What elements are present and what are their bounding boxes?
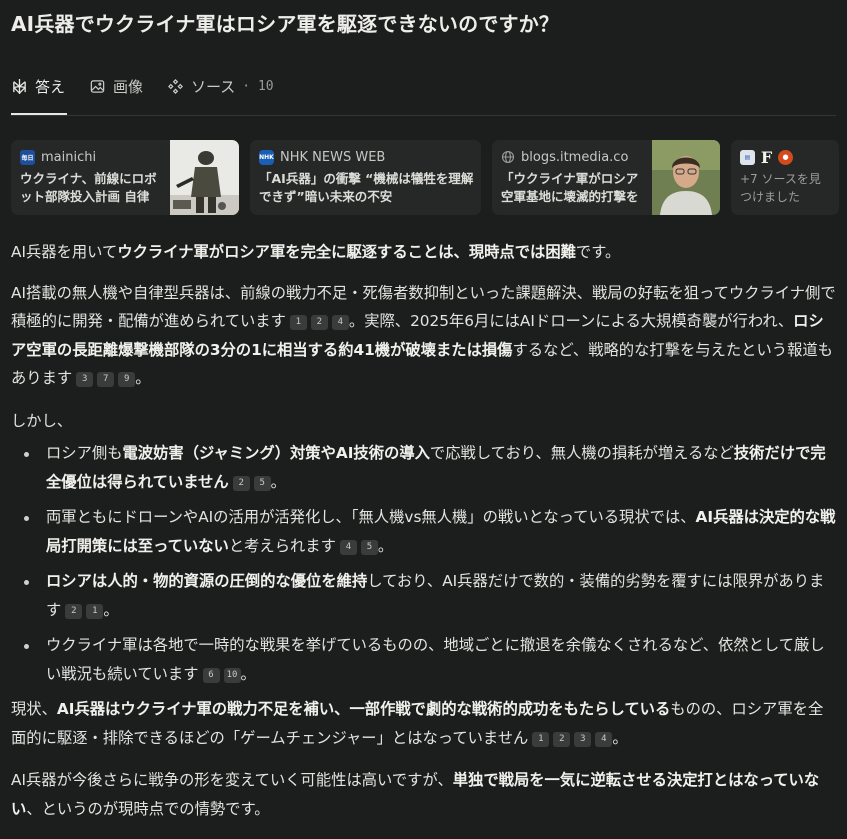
emphasis-text: AI兵器はウクライナ軍の戦力不足を補い、一部作戦で劇的な戦術的成功をもたらしてい… xyxy=(56,700,671,718)
sources-count: · 10 xyxy=(242,78,274,94)
text-run: ウクライナ軍は各地で一時的な戦果を挙げているものの、地域ごとに撤退を余儀なくされ… xyxy=(46,636,825,683)
citation-badge[interactable]: 10 xyxy=(223,667,241,683)
citation-badge[interactable]: 4 xyxy=(339,539,357,555)
more-sources-label: +7 ソースを見つけました xyxy=(740,172,821,204)
tab-sources[interactable]: ソース · 10 xyxy=(167,74,274,98)
sources-icon xyxy=(168,78,184,94)
emphasis-text: 電波妨害（ジャミング）対策やAI技術の導入 xyxy=(122,444,430,462)
citation-badge[interactable]: 5 xyxy=(253,475,271,491)
tab-images-label: 画像 xyxy=(113,77,144,96)
citation-badge[interactable]: 4 xyxy=(331,315,349,330)
author-portrait-thumbnail xyxy=(652,140,720,215)
citation-badge[interactable]: 4 xyxy=(595,731,613,747)
text-run: 。 xyxy=(103,600,119,619)
source-title: 「AI兵器」の衝撃 “機械は犠牲を理解できず”暗い未来の不安 xyxy=(259,171,474,204)
citation-badge[interactable]: 2 xyxy=(553,731,571,747)
tab-answer-label: 答え xyxy=(35,77,66,96)
text-run: 。 xyxy=(135,369,151,387)
answer-paragraph: しかし、 xyxy=(11,411,73,430)
source-title: 「ウクライナ軍がロシア空軍基地に壊滅的打撃を与… xyxy=(501,171,639,204)
citation-badge[interactable]: 1 xyxy=(86,603,104,619)
citation-badge[interactable]: 1 xyxy=(289,315,307,330)
answer-paragraph: AI搭載の無人機や自律型兵器は、前線の戦力不足・死傷者数抑制といった課題解決、戦… xyxy=(11,279,837,393)
source-site: mainichi xyxy=(41,149,97,165)
list-item: ウクライナ軍は各地で一時的な戦果を挙げているものの、地域ごとに撤退を余儀なくされ… xyxy=(11,631,837,688)
text-run: 。 xyxy=(240,664,256,683)
citation-badge[interactable]: 7 xyxy=(97,372,115,387)
tab-sources-label: ソース xyxy=(191,77,236,96)
nhk-favicon-icon: NHK xyxy=(259,149,274,165)
text-run: で応戦しており、無人機の損耗が増えるなど xyxy=(429,444,734,462)
text-run: 両軍ともにドローンやAIの活用が活発化し、「無人機vs無人機」の戦いとなっている… xyxy=(46,508,696,526)
forbes-favicon-icon: F xyxy=(760,147,773,167)
bullet-list: ロシア側も電波妨害（ジャミング）対策やAI技術の導入で応戦しており、無人機の損耗… xyxy=(11,439,837,688)
citation-badge[interactable]: 1 xyxy=(532,731,550,747)
perplexity-icon xyxy=(13,78,26,94)
text-run: と考えられます xyxy=(228,536,336,555)
answer-conclusion: AI兵器が今後さらに戦争の形を変えていく可能性は高いですが、単独で戦局を一気に逆… xyxy=(11,766,837,823)
source-title: ウクライナ、前線にロボット部隊投入計画 自律型… xyxy=(20,171,157,204)
page-title: AI兵器でウクライナ軍はロシア軍を駆逐できないのですか？ xyxy=(11,12,560,36)
list-item: ロシアは人的・物的資源の圧倒的な優位を維持しており、AI兵器だけで数的・装備的劣… xyxy=(11,567,837,624)
tab-divider xyxy=(11,115,836,116)
citation-badge[interactable]: 6 xyxy=(202,667,220,683)
text-run: です。 xyxy=(575,243,621,261)
text-run: 現状、 xyxy=(11,700,57,718)
citation-badge[interactable]: 3 xyxy=(76,372,94,387)
list-item: ロシア側も電波妨害（ジャミング）対策やAI技術の導入で応戦しており、無人機の損耗… xyxy=(11,439,837,496)
news-favicon-icon: ● xyxy=(778,149,793,165)
list-item: 両軍ともにドローンやAIの活用が活発化し、「無人機vs無人機」の戦いとなっている… xyxy=(11,503,837,560)
text-run: 、というのが現時点での情勢です。 xyxy=(26,799,270,818)
citation-badge[interactable]: 3 xyxy=(574,731,592,747)
text-run: AI兵器が今後さらに戦争の形を変えていく可能性は高いですが、 xyxy=(11,771,453,789)
source-card-mainichi[interactable]: 毎日 mainichi ウクライナ、前線にロボット部隊投入計画 自律型… xyxy=(11,140,239,215)
answer-paragraph: 現状、AI兵器はウクライナ軍の戦力不足を補い、一部作戦で劇的な戦術的成功をもたら… xyxy=(11,695,837,752)
text-run: ロシア側も xyxy=(46,444,123,462)
tab-bar: 答え 画像 ソース · 10 xyxy=(11,74,274,98)
source-card-itmedia[interactable]: blogs.itmedia.co 「ウクライナ軍がロシア空軍基地に壊滅的打撃を与… xyxy=(492,140,720,215)
tab-answer[interactable]: 答え xyxy=(11,74,65,98)
answer-body: AI兵器を用いてウクライナ軍がロシア軍を完全に駆逐することは、現時点では困難です… xyxy=(11,238,837,823)
globe-icon xyxy=(501,150,515,164)
source-site: blogs.itmedia.co xyxy=(521,149,629,165)
more-sources-card[interactable]: ▤ F ● +7 ソースを見つけました xyxy=(731,140,839,215)
answer-summary: AI兵器を用いてウクライナ軍がロシア軍を完全に駆逐することは、現時点では困難です… xyxy=(11,238,837,267)
soldier-robot-thumbnail xyxy=(170,140,239,215)
citation-badge[interactable]: 2 xyxy=(65,603,83,619)
citation-badge[interactable]: 2 xyxy=(232,475,250,491)
source-site: NHK NEWS WEB xyxy=(280,149,386,165)
citation-badge[interactable]: 2 xyxy=(310,315,328,330)
image-icon xyxy=(90,79,105,93)
tab-images[interactable]: 画像 xyxy=(89,74,143,98)
site-favicon-icon: ▤ xyxy=(740,149,755,165)
text-run: 。実際、2025年6月にはAIドローンによる大規模奇襲が行われ、 xyxy=(348,312,794,330)
source-cards: 毎日 mainichi ウクライナ、前線にロボット部隊投入計画 自律型… NHK… xyxy=(11,140,839,215)
emphasis-text: ウクライナ軍がロシア軍を完全に駆逐することは、現時点では困難 xyxy=(117,243,576,261)
mainichi-favicon-icon: 毎日 xyxy=(20,149,35,165)
text-run: 。 xyxy=(377,536,394,555)
text-run: 。 xyxy=(612,728,628,747)
text-run: 。 xyxy=(270,472,286,491)
emphasis-text: ロシアは人的・物的資源の圧倒的な優位を維持 xyxy=(46,572,368,590)
citation-badge[interactable]: 5 xyxy=(360,539,378,555)
citation-badge[interactable]: 9 xyxy=(118,372,136,387)
source-card-nhk[interactable]: NHK NHK NEWS WEB 「AI兵器」の衝撃 “機械は犠牲を理解できず”… xyxy=(250,140,481,215)
text-run: AI兵器を用いて xyxy=(11,243,118,261)
